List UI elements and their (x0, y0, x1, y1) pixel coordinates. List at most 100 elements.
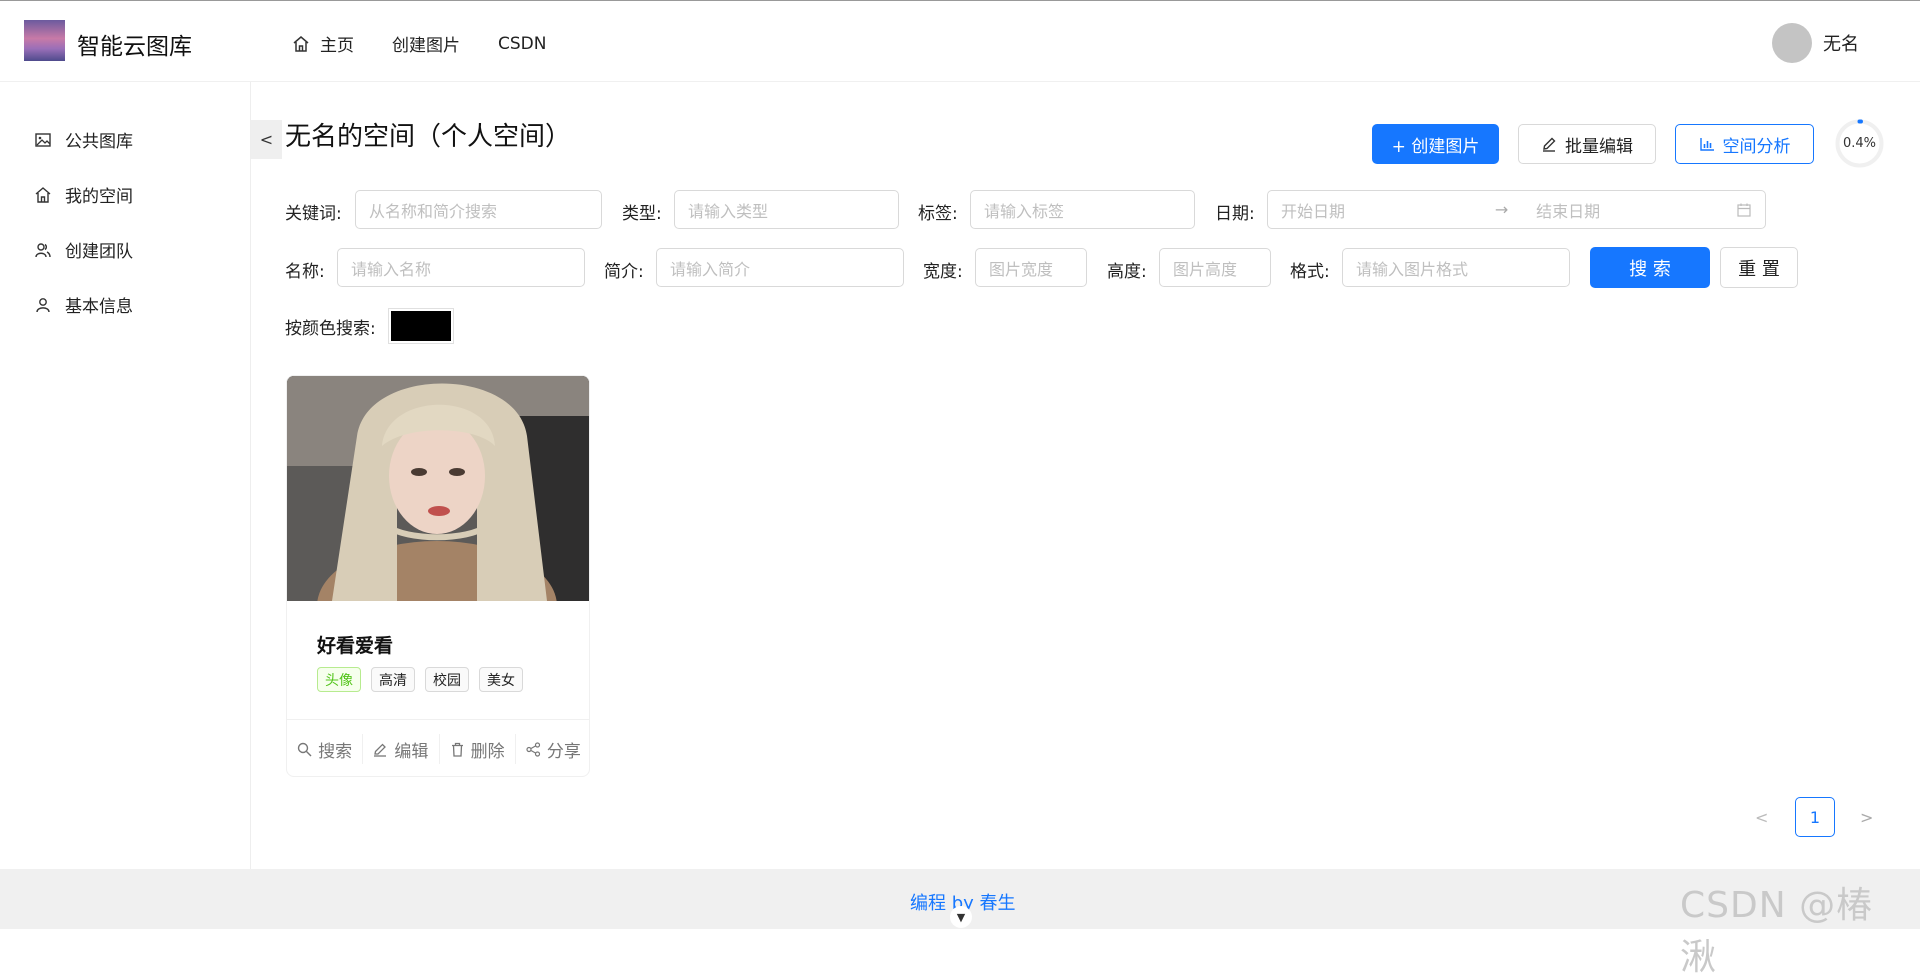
reset-button[interactable]: 重 置 (1720, 247, 1798, 288)
space-usage-progress: 0.4% (1834, 118, 1885, 169)
type-placeholder: 请输入类型 (688, 201, 769, 221)
name-input[interactable]: 请输入名称 (337, 248, 585, 287)
tag-placeholder: 请输入标签 (984, 201, 1065, 221)
card-edit-button[interactable]: 编辑 (363, 734, 440, 764)
sidebar: 公共图库 我的空间 创建团队 基本信息 (0, 82, 251, 869)
intro-input[interactable]: 请输入简介 (656, 248, 904, 287)
nav-item-label: CSDN (498, 33, 547, 54)
width-placeholder: 图片宽度 (989, 259, 1054, 279)
pagination-next-button[interactable]: > (1860, 808, 1873, 827)
picture-tags: 头像 高清 校园 美女 (317, 667, 523, 692)
card-action-label: 删除 (470, 741, 505, 762)
name-placeholder: 请输入名称 (351, 259, 432, 279)
format-placeholder: 请输入图片格式 (1356, 259, 1469, 279)
create-picture-button[interactable]: + 创建图片 (1372, 124, 1499, 164)
search-icon (297, 742, 312, 757)
name-label: 名称: (285, 262, 325, 282)
search-button[interactable]: 搜 索 (1590, 247, 1710, 288)
space-analysis-label: 空间分析 (1722, 136, 1791, 157)
width-label: 宽度: (923, 262, 963, 282)
logo-image[interactable] (24, 20, 65, 61)
card-action-label: 编辑 (394, 741, 429, 762)
bar-chart-icon (1699, 136, 1715, 152)
home-icon (292, 35, 310, 53)
color-picker[interactable] (389, 309, 453, 343)
pagination-page-1[interactable]: 1 (1795, 797, 1835, 837)
picture-icon (34, 131, 52, 149)
picture-card[interactable]: 好看爱看 头像 高清 校园 美女 搜索 编辑 删除 分享 (286, 375, 590, 777)
tag: 头像 (317, 667, 361, 692)
height-input[interactable]: 图片高度 (1159, 248, 1271, 287)
type-input[interactable]: 请输入类型 (674, 190, 899, 229)
tag-label: 标签: (918, 204, 958, 224)
sidebar-item-label: 我的空间 (65, 187, 133, 207)
sidebar-item-label: 创建团队 (65, 242, 133, 262)
search-button-label: 搜 索 (1629, 258, 1671, 280)
color-search-label: 按颜色搜索: (285, 319, 376, 339)
arrow-right-icon: → (1494, 200, 1509, 219)
sidebar-item-label: 基本信息 (65, 297, 133, 317)
space-analysis-button[interactable]: 空间分析 (1675, 124, 1814, 164)
nav-item-create-picture[interactable]: 创建图片 (392, 31, 460, 56)
page-title: 无名的空间（个人空间） (285, 122, 572, 152)
avatar[interactable] (1772, 23, 1812, 63)
card-action-label: 搜索 (318, 741, 353, 762)
height-placeholder: 图片高度 (1173, 259, 1238, 279)
nav-item-label: 创建图片 (392, 36, 460, 56)
home-icon (34, 186, 52, 204)
sidebar-item-create-team[interactable]: 创建团队 (34, 237, 133, 262)
card-actions: 搜索 编辑 删除 分享 (287, 719, 589, 776)
intro-placeholder: 请输入简介 (670, 259, 751, 279)
pagination-prev-button[interactable]: < (1755, 808, 1768, 827)
main-nav: 主页 创建图片 CSDN (292, 31, 546, 56)
card-action-label: 分享 (546, 741, 581, 762)
tag: 高清 (371, 667, 415, 692)
picture-thumbnail[interactable] (287, 376, 589, 601)
tag: 校园 (425, 667, 469, 692)
intro-label: 简介: (604, 262, 644, 282)
keyword-label: 关键词: (285, 204, 342, 224)
nav-item-home[interactable]: 主页 (292, 31, 354, 56)
date-range-picker[interactable]: 开始日期 → 结束日期 (1267, 190, 1766, 229)
share-icon (526, 741, 541, 757)
sidebar-item-basic-info[interactable]: 基本信息 (34, 292, 133, 317)
sidebar-item-label: 公共图库 (65, 132, 133, 152)
nav-item-csdn[interactable]: CSDN (498, 31, 546, 56)
keyword-placeholder: 从名称和简介搜索 (369, 201, 498, 221)
team-icon (34, 241, 52, 259)
height-label: 高度: (1107, 262, 1147, 282)
keyword-input[interactable]: 从名称和简介搜索 (355, 190, 602, 229)
card-share-button[interactable]: 分享 (516, 734, 589, 764)
card-delete-button[interactable]: 删除 (440, 734, 516, 764)
top-navbar: 智能云图库 主页 创建图片 CSDN 无名 (0, 0, 1920, 82)
format-input[interactable]: 请输入图片格式 (1342, 248, 1570, 287)
batch-edit-button[interactable]: 批量编辑 (1518, 124, 1656, 164)
date-start-placeholder[interactable]: 开始日期 (1281, 198, 1481, 222)
chevron-down-icon[interactable]: ▼ (950, 906, 972, 928)
nav-item-label: 主页 (320, 36, 354, 56)
edit-icon (373, 742, 388, 757)
format-label: 格式: (1290, 262, 1330, 282)
batch-edit-label: 批量编辑 (1565, 136, 1633, 157)
reset-button-label: 重 置 (1738, 258, 1780, 280)
logo-text[interactable]: 智能云图库 (77, 27, 192, 61)
user-name[interactable]: 无名 (1823, 30, 1859, 56)
calendar-icon (1736, 202, 1752, 218)
user-menu[interactable]: 无名 (1772, 23, 1859, 63)
sidebar-item-my-space[interactable]: 我的空间 (34, 182, 133, 207)
width-input[interactable]: 图片宽度 (975, 248, 1087, 287)
watermark: CSDN @椿 湫 (1680, 885, 1874, 978)
create-picture-label: + 创建图片 (1391, 136, 1480, 157)
edit-icon (1541, 136, 1557, 152)
picture-title: 好看爱看 (317, 635, 394, 657)
user-icon (34, 296, 52, 314)
space-usage-percent: 0.4% (1842, 136, 1877, 151)
delete-icon (450, 742, 465, 757)
sidebar-item-public-gallery[interactable]: 公共图库 (34, 127, 133, 152)
date-end-placeholder[interactable]: 结束日期 (1522, 198, 1722, 222)
card-search-button[interactable]: 搜索 (287, 734, 364, 764)
date-label: 日期: (1215, 204, 1255, 224)
tag: 美女 (479, 667, 523, 692)
tag-input[interactable]: 请输入标签 (970, 190, 1195, 229)
sidebar-collapse-button[interactable]: < (251, 120, 282, 159)
